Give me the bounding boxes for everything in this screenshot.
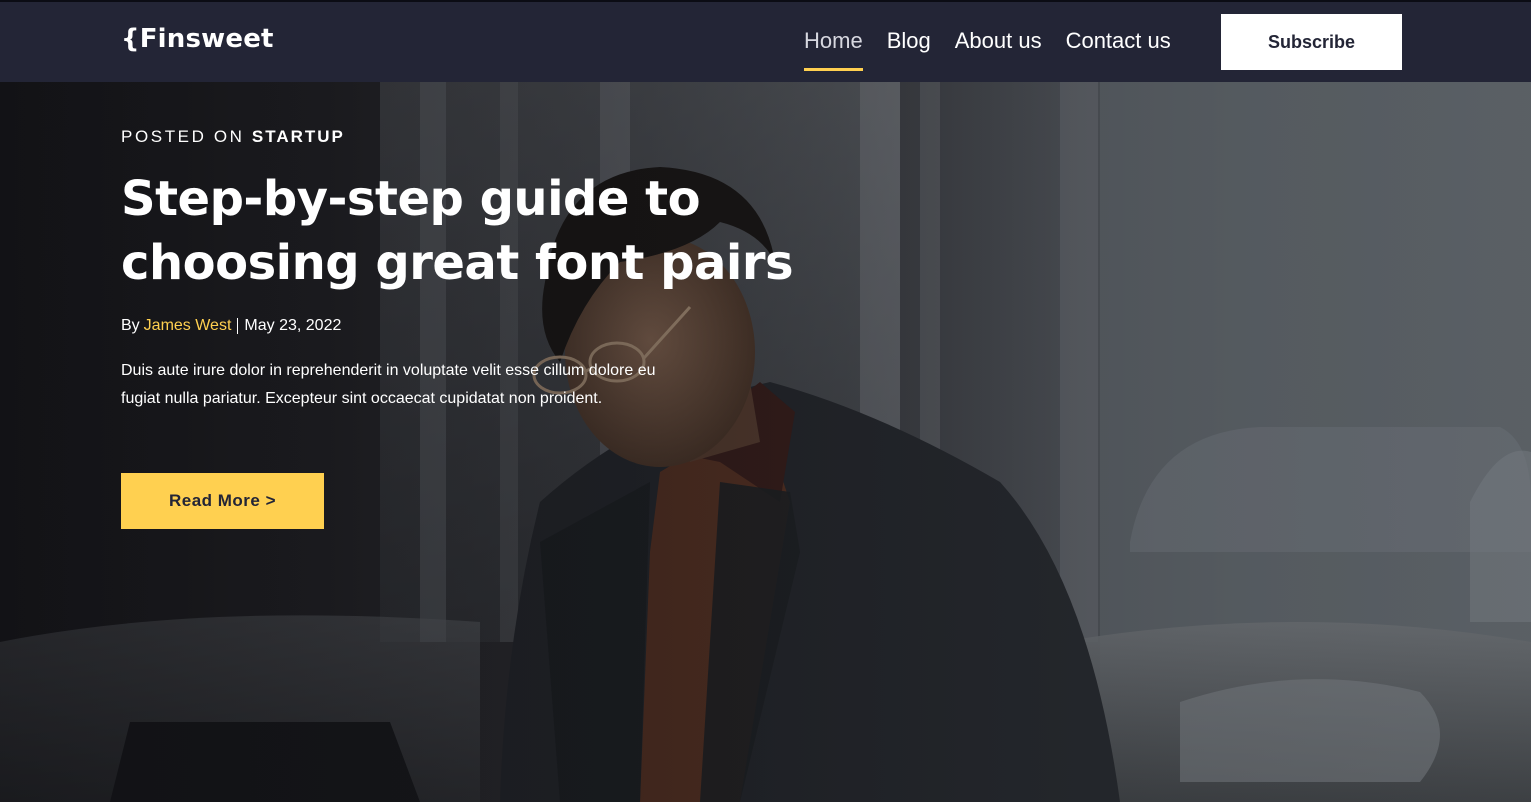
nav-link-about-us[interactable]: About us (955, 28, 1042, 54)
top-navbar: {Finsweet Home Blog About us Contact us … (0, 0, 1531, 82)
post-excerpt: Duis aute irure dolor in reprehenderit i… (121, 362, 656, 407)
post-category-line: POSTED ON STARTUP (121, 127, 941, 147)
post-date: May 23, 2022 (244, 317, 342, 334)
byline-prefix: By (121, 317, 140, 334)
nav-link-contact-us[interactable]: Contact us (1066, 28, 1171, 54)
nav-link-home[interactable]: Home (804, 28, 863, 71)
page: {Finsweet Home Blog About us Contact us … (0, 0, 1531, 802)
site-logo[interactable]: {Finsweet (121, 24, 274, 54)
post-category[interactable]: STARTUP (252, 127, 345, 146)
read-more-button[interactable]: Read More > (121, 473, 324, 529)
subscribe-button[interactable]: Subscribe (1221, 14, 1402, 70)
post-title: Step-by-step guide to choosing great fon… (121, 171, 794, 291)
author-link[interactable]: James West (144, 317, 232, 335)
posted-on-label: POSTED ON (121, 127, 245, 146)
byline-divider (237, 318, 239, 334)
main-nav: Home Blog About us Contact us (804, 28, 1171, 71)
hero-content: POSTED ON STARTUP Step-by-step guide to … (121, 82, 941, 529)
nav-link-blog[interactable]: Blog (887, 28, 931, 54)
post-byline: By James West May 23, 2022 (121, 317, 941, 335)
